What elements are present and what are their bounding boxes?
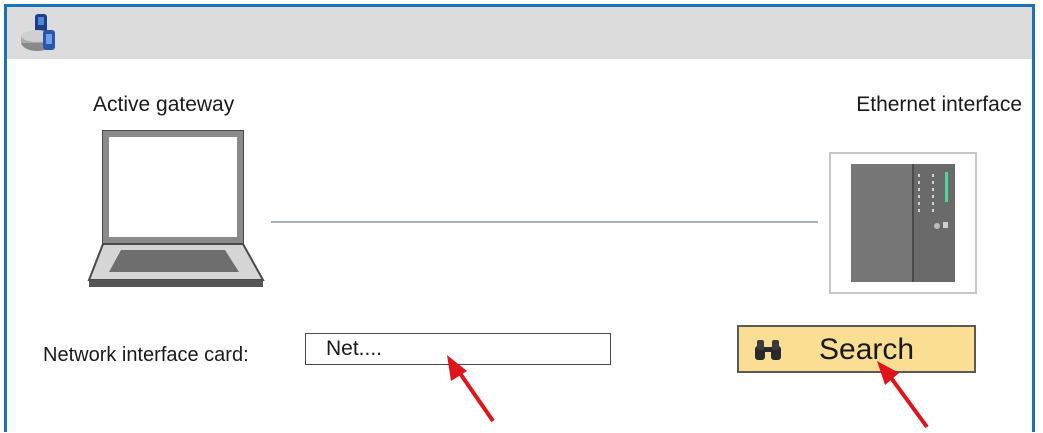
annotation-arrow-search [877, 361, 929, 429]
ethernet-interface-label: Ethernet interface [856, 93, 1022, 116]
ethernet-device-icon [829, 152, 977, 294]
nic-label: Network interface card: [43, 344, 249, 366]
app-window: Active gateway Ethernet interface Networ… [4, 4, 1035, 432]
annotation-arrow-input [447, 355, 495, 423]
gateway-label: Active gateway [93, 93, 235, 116]
binoculars-icon [755, 340, 781, 360]
connection-line [271, 221, 818, 223]
network-app-icon [21, 14, 55, 51]
laptop-icon [87, 130, 265, 287]
title-bar [7, 7, 1032, 59]
